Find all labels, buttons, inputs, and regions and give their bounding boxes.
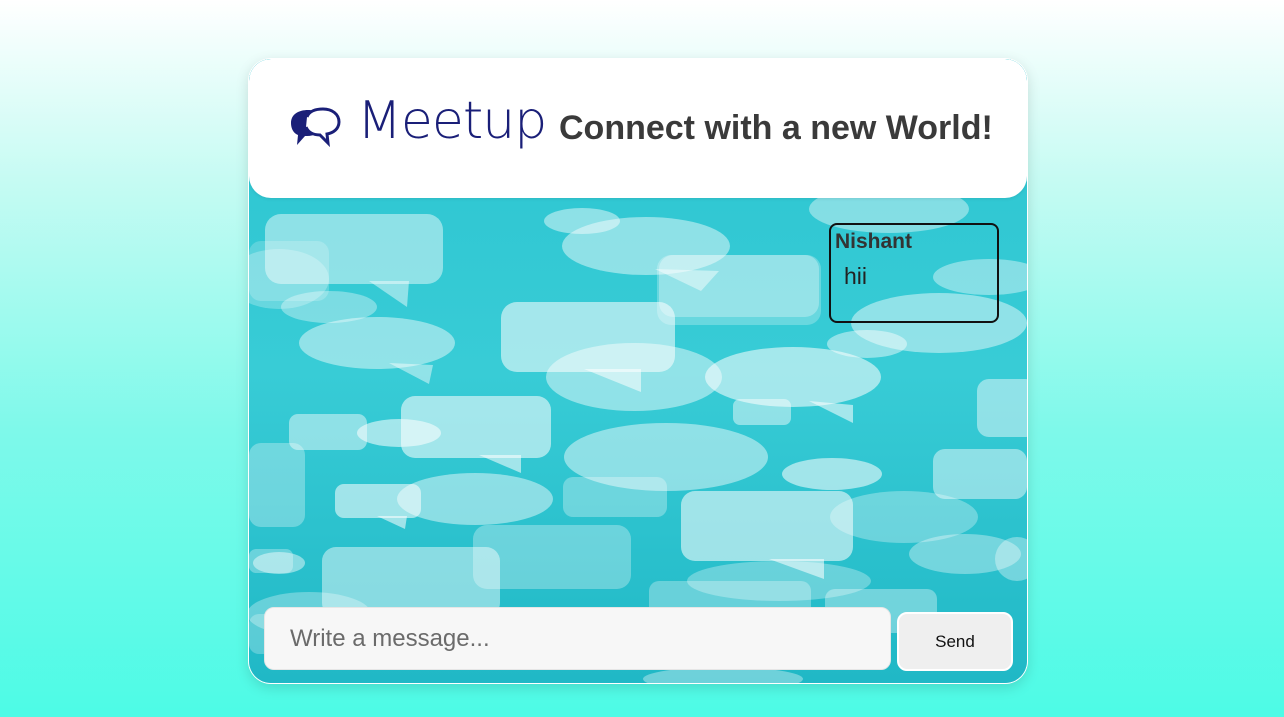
speech-bubbles-icon [291, 107, 341, 148]
send-button[interactable]: Send [897, 612, 1013, 671]
chat-app: Meetup Connect with a new World! Nishant… [249, 59, 1027, 683]
app-header: Meetup Connect with a new World! [249, 59, 1027, 198]
message-text: hii [844, 263, 868, 289]
chat-message: Nishant hii [829, 223, 999, 323]
message-sender: Nishant [835, 230, 913, 253]
page-title: Connect with a new World! [559, 109, 993, 147]
logo-wordmark: Meetup [357, 91, 547, 151]
message-input[interactable] [264, 607, 891, 670]
